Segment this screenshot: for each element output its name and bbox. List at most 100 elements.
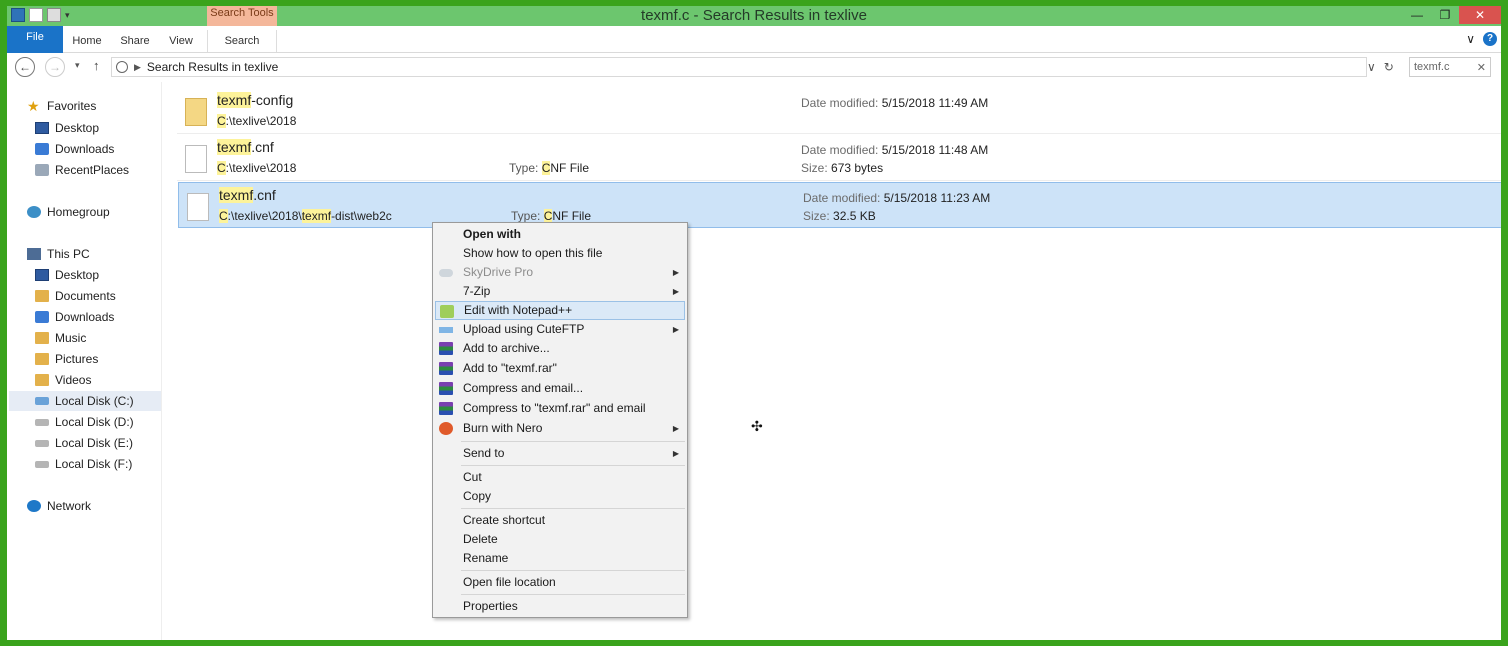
up-button[interactable]: ↑ <box>93 58 100 73</box>
file-name: texmf.cnf <box>219 187 276 203</box>
cursor-icon: ✣ <box>751 418 763 434</box>
nav-homegroup[interactable]: Homegroup <box>27 202 110 222</box>
submenu-arrow-icon: ▶ <box>672 268 679 277</box>
submenu-arrow-icon: ▶ <box>672 449 679 458</box>
file-size: Size: 32.5 KB <box>803 209 876 223</box>
close-button[interactable]: ✕ <box>1459 6 1501 24</box>
network-icon <box>27 500 41 512</box>
videos-folder-icon <box>35 374 49 386</box>
result-row-selected[interactable]: texmf.cnf C:\texlive\2018\texmf-dist\web… <box>178 182 1501 228</box>
system-drive-icon <box>35 397 49 405</box>
window-title: texmf.c - Search Results in texlive <box>641 7 867 24</box>
menu-open-with[interactable]: Open with <box>435 225 685 244</box>
menu-compress-email[interactable]: Compress and email... <box>435 379 685 398</box>
menu-separator <box>461 570 685 571</box>
file-path: C:\texlive\2018 <box>217 161 297 175</box>
desktop-icon <box>35 269 49 281</box>
search-results: texmf-config C:\texlive\2018 Date modifi… <box>163 82 1501 640</box>
back-button[interactable]: ← <box>15 57 35 77</box>
file-icon <box>185 145 207 173</box>
menu-7zip[interactable]: 7-Zip ▶ <box>435 282 685 301</box>
chevron-right-icon[interactable]: ▶ <box>134 62 141 73</box>
nav-recent-places[interactable]: RecentPlaces <box>35 160 129 180</box>
minimize-button[interactable]: — <box>1403 6 1431 24</box>
downloads-icon <box>35 143 49 155</box>
submenu-arrow-icon: ▶ <box>672 287 679 296</box>
maximize-button[interactable]: ❐ <box>1431 6 1459 24</box>
winrar-icon <box>439 402 453 415</box>
menu-cut[interactable]: Cut <box>435 468 685 487</box>
star-icon: ★ <box>27 98 40 114</box>
address-dropdown-icon[interactable]: ∨ <box>1367 60 1376 74</box>
menu-copy[interactable]: Copy <box>435 487 685 506</box>
nav-network[interactable]: Network <box>27 496 91 516</box>
help-icon[interactable]: ? <box>1483 32 1497 46</box>
menu-delete[interactable]: Delete <box>435 530 685 549</box>
nav-disk-d[interactable]: Local Disk (D:) <box>35 412 134 432</box>
explorer-window: ▾ Search Tools texmf.c - Search Results … <box>7 6 1501 640</box>
title-bar: ▾ Search Tools texmf.c - Search Results … <box>7 6 1501 26</box>
menu-add-to-archive[interactable]: Add to archive... <box>435 339 685 358</box>
menu-upload-cuteftp[interactable]: Upload using CuteFTP ▶ <box>435 320 685 339</box>
menu-compress-rar-email[interactable]: Compress to "texmf.rar" and email <box>435 399 685 418</box>
window-controls: — ❐ ✕ <box>1403 6 1501 24</box>
nav-this-pc[interactable]: This PC <box>27 244 90 264</box>
file-name: texmf-config <box>217 92 294 108</box>
result-row[interactable]: texmf.cnf C:\texlive\2018 Type: CNF File… <box>177 135 1501 181</box>
nav-music[interactable]: Music <box>35 328 86 348</box>
tab-share[interactable]: Share <box>117 30 153 52</box>
search-input[interactable]: texmf.c ✕ <box>1409 57 1491 77</box>
nav-videos[interactable]: Videos <box>35 370 91 390</box>
address-input[interactable]: ▶ Search Results in texlive <box>111 57 1367 77</box>
tab-home[interactable]: Home <box>69 30 105 52</box>
breadcrumb[interactable]: Search Results in texlive <box>147 60 278 74</box>
nav-disk-e[interactable]: Local Disk (E:) <box>35 433 133 453</box>
tab-file[interactable]: File <box>7 26 63 53</box>
computer-icon <box>27 248 41 260</box>
homegroup-icon <box>27 206 41 218</box>
menu-edit-notepadpp[interactable]: Edit with Notepad++ <box>435 301 685 320</box>
menu-properties[interactable]: Properties <box>435 597 685 616</box>
menu-burn-nero[interactable]: Burn with Nero ▶ <box>435 419 685 438</box>
navigation-pane: ★ Favorites Desktop Downloads RecentPlace… <box>7 82 162 640</box>
menu-rename[interactable]: Rename <box>435 549 685 568</box>
submenu-arrow-icon: ▶ <box>672 424 679 433</box>
ribbon-tabs: File Home Share View Search ∨ ? <box>7 26 1501 53</box>
menu-separator <box>461 508 685 509</box>
nav-desktop[interactable]: Desktop <box>35 118 99 138</box>
expand-ribbon-icon[interactable]: ∨ <box>1466 32 1475 46</box>
nav-disk-f[interactable]: Local Disk (F:) <box>35 454 132 474</box>
winrar-icon <box>439 342 453 355</box>
nav-favorites[interactable]: ★ Favorites <box>27 96 96 116</box>
menu-open-file-location[interactable]: Open file location <box>435 573 685 592</box>
recent-locations-button[interactable]: ▾ <box>75 60 80 71</box>
menu-add-to-rar[interactable]: Add to "texmf.rar" <box>435 359 685 378</box>
forward-button[interactable]: → <box>45 57 65 77</box>
tab-search[interactable]: Search <box>207 30 277 52</box>
nav-pictures[interactable]: Pictures <box>35 349 98 369</box>
submenu-arrow-icon: ▶ <box>672 325 679 334</box>
winrar-icon <box>439 382 453 395</box>
nav-pc-downloads[interactable]: Downloads <box>35 307 114 327</box>
file-size: Size: 673 bytes <box>801 161 884 175</box>
search-location-icon <box>116 61 128 73</box>
clear-search-icon[interactable]: ✕ <box>1477 61 1486 74</box>
nav-pc-desktop[interactable]: Desktop <box>35 265 99 285</box>
tab-view[interactable]: View <box>163 30 199 52</box>
folder-icon <box>185 98 207 126</box>
recent-places-icon <box>35 164 49 176</box>
file-icon <box>187 193 209 221</box>
nav-documents[interactable]: Documents <box>35 286 116 306</box>
result-row[interactable]: texmf-config C:\texlive\2018 Date modifi… <box>177 88 1501 134</box>
menu-show-how-to-open[interactable]: Show how to open this file <box>435 244 685 263</box>
file-path: C:\texlive\2018\texmf-dist\web2c <box>219 209 392 223</box>
date-modified: Date modified: 5/15/2018 11:49 AM <box>801 96 989 110</box>
nav-disk-c[interactable]: Local Disk (C:) <box>9 391 161 411</box>
desktop-icon <box>35 122 49 134</box>
nav-downloads[interactable]: Downloads <box>35 139 114 159</box>
refresh-icon[interactable]: ↻ <box>1384 60 1394 74</box>
menu-skydrive-pro[interactable]: SkyDrive Pro ▶ <box>435 263 685 282</box>
file-type: Type: CNF File <box>509 161 590 175</box>
menu-send-to[interactable]: Send to ▶ <box>435 444 685 463</box>
menu-create-shortcut[interactable]: Create shortcut <box>435 511 685 530</box>
